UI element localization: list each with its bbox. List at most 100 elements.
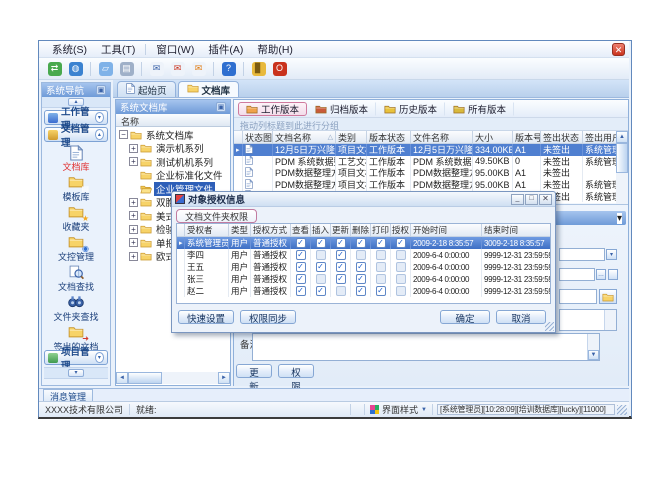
sidebar-item-5[interactable]: 文件夹查找 (42, 295, 110, 324)
permission-button[interactable]: 权限 (278, 364, 314, 378)
exit-button[interactable]: O (270, 60, 289, 78)
checkbox-unchecked[interactable] (316, 274, 326, 284)
help-button[interactable]: ? (219, 60, 238, 78)
tab-document-library[interactable]: 文档库 (178, 81, 240, 97)
sidebar-group-project[interactable]: 项目管理 ▾ (44, 350, 108, 365)
scroll-up-icon[interactable]: ▲ (616, 131, 628, 143)
checkbox-checked[interactable]: ✓ (316, 286, 326, 296)
ok-button[interactable]: 确定 (440, 310, 490, 324)
quick-setup-button[interactable]: 快速设置 (178, 310, 234, 324)
version-button-0[interactable]: 工作版本 (238, 102, 307, 116)
menu-item-3[interactable]: 插件(A) (201, 41, 250, 58)
column-header-4[interactable]: 文件名称 (411, 131, 473, 144)
tree-node-1[interactable]: +演示机系列 (116, 142, 230, 156)
cancel-button[interactable]: 取消 (496, 310, 546, 324)
column-header-5[interactable]: 大小 (473, 131, 513, 144)
dialog-column-header-4[interactable]: 插入 (311, 224, 331, 237)
checkbox-checked[interactable]: ✓ (336, 250, 346, 260)
sidebar-item-1[interactable]: ▤模板库 (42, 175, 110, 204)
expand-icon[interactable]: + (129, 211, 138, 220)
checkbox-unchecked[interactable] (396, 286, 406, 296)
property-field[interactable] (559, 289, 597, 304)
chevron-down-icon[interactable]: ▾ (95, 352, 104, 363)
resize-grip[interactable] (617, 405, 627, 415)
close-tab-button[interactable]: ✕ (612, 43, 625, 56)
column-header-1[interactable]: 文档名称△ (273, 131, 336, 144)
checkbox-checked[interactable]: ✓ (356, 262, 366, 272)
checkbox-checked[interactable]: ✓ (356, 238, 366, 248)
checkbox-unchecked[interactable] (396, 274, 406, 284)
scrollbar-thumb[interactable] (616, 143, 628, 173)
checkbox-checked[interactable]: ✓ (316, 262, 326, 272)
remark-scrollbar[interactable]: ▼ (587, 334, 599, 360)
scroll-right-icon[interactable]: ► (218, 372, 230, 384)
tree-horizontal-scrollbar[interactable]: ◄ ► (116, 372, 230, 384)
sidebar-item-4[interactable]: 文档查找 (42, 265, 110, 294)
table-row[interactable]: PDM 系统数据整理检...工艺文档工作版本PDM 系统数据整理...49.50… (234, 156, 616, 168)
sync-button[interactable]: ⇄ (45, 60, 64, 78)
checkbox-unchecked[interactable] (336, 286, 346, 296)
field-button[interactable]: ▾ (606, 249, 617, 260)
property-field[interactable] (559, 248, 605, 261)
tree-column-header[interactable]: 名称 (116, 114, 230, 127)
checkbox-unchecked[interactable] (376, 262, 386, 272)
checkbox-checked[interactable]: ✓ (296, 274, 306, 284)
sidebar-group-doc[interactable]: 文档管理 ▴ (44, 127, 108, 142)
field-button[interactable]: … (596, 269, 606, 280)
checkbox-unchecked[interactable] (396, 250, 406, 260)
tree-node-0[interactable]: −系统文档库 (116, 128, 230, 142)
close-icon[interactable]: ✕ (539, 194, 552, 205)
column-header-8[interactable]: 签出用户 (583, 131, 616, 144)
checkbox-unchecked[interactable] (396, 262, 406, 272)
menu-item-2[interactable]: 窗口(W) (149, 41, 201, 58)
checkbox-checked[interactable]: ✓ (296, 262, 306, 272)
mail-open-button[interactable]: ✉ (168, 60, 187, 78)
permission-row[interactable]: ▸系统管理员用户普通授权✓✓✓✓✓✓2009-2-18 8:35:573009-… (177, 237, 550, 249)
column-header-3[interactable]: 版本状态 (367, 131, 411, 144)
checkbox-checked[interactable]: ✓ (356, 286, 366, 296)
menu-item-0[interactable]: 系统(S) (45, 41, 94, 58)
expand-icon[interactable]: + (129, 252, 138, 261)
checkbox-checked[interactable]: ✓ (376, 238, 386, 248)
expand-icon[interactable]: + (129, 238, 138, 247)
checkbox-checked[interactable]: ✓ (296, 250, 306, 260)
checkbox-checked[interactable]: ✓ (376, 286, 386, 296)
expand-icon[interactable]: + (129, 198, 138, 207)
mail-new-button[interactable]: ✉ (147, 60, 166, 78)
permission-row[interactable]: 张三用户普通授权✓✓✓2009-6-4 0:00:009999-12-31 23… (177, 273, 550, 285)
menu-item-4[interactable]: 帮助(H) (250, 41, 300, 58)
dialog-column-header-0[interactable]: 受权者 (185, 224, 229, 237)
tree-node-3[interactable]: 企业标准化文件 (116, 169, 230, 183)
dialog-column-header-10[interactable]: 结束时间 (482, 224, 551, 237)
table-row[interactable]: PDM数据整理方案.doc项目文档工作版本PDM数据整理方案.doc95.00K… (234, 167, 616, 179)
remark-textarea[interactable]: ▼ (252, 333, 600, 361)
sidebar-item-3[interactable]: ◉文控管理 (42, 235, 110, 264)
minimize-icon[interactable]: _ (511, 194, 524, 205)
lock-button[interactable]: ▊ (249, 60, 268, 78)
dialog-column-header-5[interactable]: 更新 (331, 224, 351, 237)
checkbox-checked[interactable]: ✓ (296, 286, 306, 296)
dialog-column-header-7[interactable]: 打印 (371, 224, 391, 237)
sidebar-item-0[interactable]: 文档库 (42, 145, 110, 174)
checkbox-checked[interactable]: ✓ (336, 262, 346, 272)
checkbox-checked[interactable]: ✓ (396, 238, 406, 248)
scrollbar-thumb[interactable] (128, 372, 162, 384)
table-row[interactable]: PDM数据整理方案2.doc项目文档工作版本PDM数据整理方案2.doc95.0… (234, 179, 616, 191)
open-folder-button[interactable]: ▱ (96, 60, 115, 78)
mail-flag-button[interactable]: ✉ (189, 60, 208, 78)
expand-icon[interactable]: + (129, 157, 138, 166)
scroll-left-icon[interactable]: ◄ (116, 372, 128, 384)
ui-style-dropdown[interactable]: 界面样式 ▼ (364, 404, 433, 415)
dialog-column-header-9[interactable]: 开始时间 (411, 224, 482, 237)
chevron-down-icon[interactable]: ▾ (617, 213, 622, 224)
sidebar-item-2[interactable]: ★收藏夹 (42, 205, 110, 234)
collapse-down-button[interactable]: ▾ (68, 369, 84, 377)
checkbox-unchecked[interactable] (316, 250, 326, 260)
permission-row[interactable]: 李四用户普通授权✓✓2009-6-4 0:00:009999-12-31 23:… (177, 249, 550, 261)
checkbox-checked[interactable]: ✓ (296, 238, 306, 248)
version-button-3[interactable]: 所有版本 (445, 102, 514, 116)
column-header-0[interactable]: 状态图 (243, 131, 273, 144)
permission-row[interactable]: 王五用户普通授权✓✓✓✓2009-6-4 0:00:009999-12-31 2… (177, 261, 550, 273)
version-button-1[interactable]: 归档版本 (307, 102, 376, 116)
dialog-titlebar[interactable]: 对象授权信息 _ □ ✕ (172, 192, 555, 207)
